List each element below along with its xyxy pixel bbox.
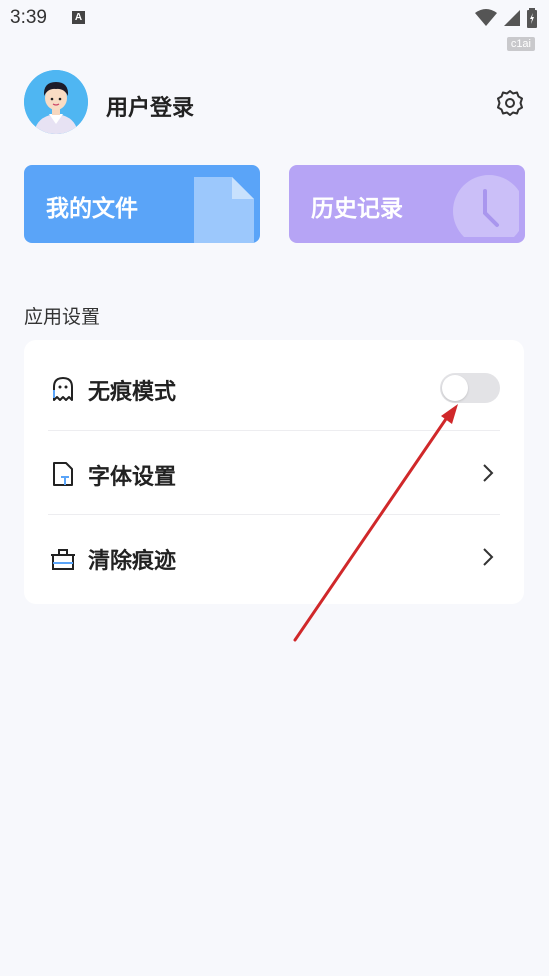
document-icon — [194, 177, 254, 243]
setting-label: 无痕模式 — [88, 380, 177, 405]
avatar-illustration — [24, 70, 88, 134]
chevron-right-icon — [483, 464, 494, 482]
setting-row-font[interactable]: 字体设置 — [48, 430, 500, 515]
battery-icon — [527, 8, 537, 28]
status-bar: 3:39 A c1ai — [0, 0, 549, 51]
toggle-knob — [442, 375, 468, 401]
setting-label: 清除痕迹 — [88, 549, 177, 574]
setting-row-incognito[interactable]: 无痕模式 — [48, 346, 500, 430]
login-link[interactable]: 用户登录 — [106, 90, 194, 122]
avatar[interactable] — [24, 70, 88, 134]
status-time: 3:39 — [10, 7, 47, 28]
status-icons — [475, 8, 537, 28]
user-header: 用户登录 — [24, 70, 524, 136]
section-title: 应用设置 — [24, 306, 101, 328]
ghost-icon — [53, 377, 73, 401]
wifi-icon — [475, 9, 497, 26]
signal-icon — [504, 10, 520, 26]
chevron-right-icon — [483, 548, 494, 566]
setting-label: 字体设置 — [88, 465, 177, 490]
setting-row-clear[interactable]: 清除痕迹 — [48, 514, 500, 599]
clear-box-icon — [51, 549, 75, 570]
gear-icon[interactable] — [496, 89, 524, 117]
history-card[interactable]: 历史记录 — [289, 165, 525, 243]
incognito-toggle[interactable] — [440, 373, 500, 403]
clock-icon — [453, 175, 519, 237]
watermark: c1ai — [506, 37, 535, 51]
notification-app-icon: A — [72, 11, 85, 24]
my-files-label: 我的文件 — [46, 196, 138, 222]
history-label: 历史记录 — [311, 196, 403, 222]
settings-panel: 无痕模式 字体设置 清除痕迹 — [24, 340, 524, 604]
font-file-icon — [53, 462, 73, 486]
my-files-card[interactable]: 我的文件 — [24, 165, 260, 243]
